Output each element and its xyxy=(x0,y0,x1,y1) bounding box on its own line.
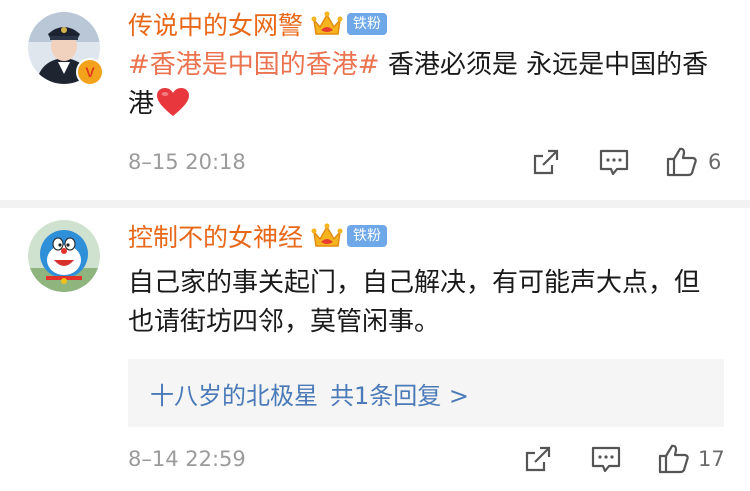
heart-emoji xyxy=(157,88,190,116)
comment-meta: 8–14 22:59 17 xyxy=(0,441,750,481)
reply-user[interactable]: 十八岁的北极星 xyxy=(150,376,318,411)
share-icon[interactable] xyxy=(520,441,556,477)
like-icon[interactable] xyxy=(656,441,692,477)
reply-preview[interactable]: 十八岁的北极星 共1条回复 > xyxy=(128,359,724,427)
svg-text:V: V xyxy=(85,64,95,80)
hashtag-link[interactable]: #香港是中国的香港# xyxy=(128,50,380,80)
timestamp: 8–14 22:59 xyxy=(128,447,246,471)
username[interactable]: 控制不的女神经 xyxy=(128,218,303,254)
crown-icon xyxy=(311,11,343,35)
comment-meta: 8–15 20:18 6 xyxy=(0,144,750,184)
like-count: 17 xyxy=(698,447,725,471)
like-icon[interactable] xyxy=(664,144,700,180)
timestamp: 8–15 20:18 xyxy=(128,150,246,174)
verified-v-icon: V xyxy=(76,58,104,86)
comment-body: 自己家的事关起门，自己解决，有可能声大点，但也请街坊四邻，莫管闲事。 xyxy=(128,268,701,337)
share-icon[interactable] xyxy=(528,144,564,180)
comment-text: #香港是中国的香港# 香港必须是 永远是中国的香港 xyxy=(128,46,728,124)
comment-icon[interactable] xyxy=(588,441,624,477)
like-count: 6 xyxy=(708,150,722,174)
comment-icon[interactable] xyxy=(596,144,632,180)
username[interactable]: 传说中的女网警 xyxy=(128,6,303,42)
comment-header: 传说中的女网警 铁粉 xyxy=(128,6,388,42)
fan-badge: 铁粉 xyxy=(347,13,388,35)
comment-header: 控制不的女神经 铁粉 xyxy=(128,218,388,254)
avatar[interactable] xyxy=(28,220,100,292)
crown-icon xyxy=(311,223,343,247)
divider xyxy=(0,200,750,208)
fan-badge: 铁粉 xyxy=(347,225,388,247)
reply-summary[interactable]: 共1条回复 > xyxy=(330,376,469,411)
